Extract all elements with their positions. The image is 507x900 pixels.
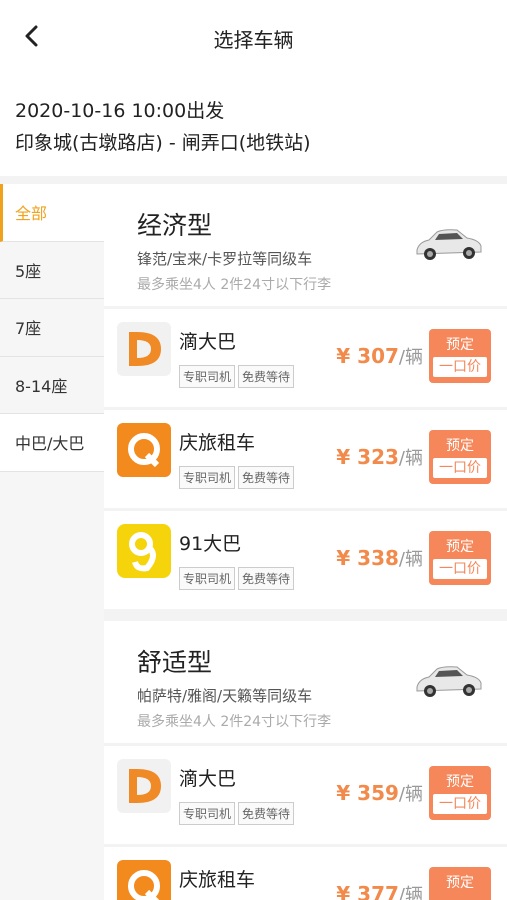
vendor-row[interactable]: 庆旅租车 ¥ 377/辆 预定	[104, 847, 507, 900]
header: 选择车辆	[0, 0, 507, 76]
sidebar-item-7-seat[interactable]: 7座	[0, 299, 104, 357]
category-capacity: 最多乘坐4人 2件24寸以下行李	[137, 714, 332, 730]
tag-free-wait: 免费等待	[238, 365, 295, 388]
vendor-name: 滴大巴	[179, 768, 237, 790]
car-icon	[416, 229, 482, 260]
vendor-row[interactable]: 91大巴 专职司机 免费等待 ¥ 338/辆 预定 一口价	[104, 511, 507, 609]
didabus-logo	[117, 759, 171, 813]
tag-driver: 专职司机	[179, 466, 236, 489]
vendor-row[interactable]: 滴大巴 专职司机 免费等待 ¥ 307/辆 预定 一口价	[104, 309, 507, 407]
91bus-logo	[117, 524, 171, 578]
sidebar-item-5-seat[interactable]: 5座	[0, 242, 104, 299]
tag-driver: 专职司机	[179, 365, 236, 388]
book-button[interactable]: 预定 一口价	[429, 766, 491, 820]
category-title: 舒适型	[137, 648, 213, 677]
departure-time: 2020-10-16 10:00出发	[15, 100, 225, 122]
category-models: 帕萨特/雅阁/天籁等同级车	[137, 687, 313, 705]
qinglv-logo	[117, 423, 171, 477]
tag-free-wait: 免费等待	[238, 802, 295, 825]
vendor-name: 庆旅租车	[179, 432, 256, 454]
page-title: 选择车辆	[213, 28, 294, 52]
sidebar-item-all[interactable]: 全部	[0, 184, 104, 242]
category-title: 经济型	[137, 211, 213, 240]
vendor-name: 91大巴	[179, 533, 242, 555]
book-button[interactable]: 预定 一口价	[429, 329, 491, 383]
qinglv-logo	[117, 860, 171, 900]
category-capacity: 最多乘坐4人 2件24寸以下行李	[137, 277, 332, 293]
tag-driver: 专职司机	[179, 567, 236, 590]
vendor-row[interactable]: 滴大巴 专职司机 免费等待 ¥ 359/辆 预定 一口价	[104, 746, 507, 844]
vendor-row[interactable]: 庆旅租车 专职司机 免费等待 ¥ 323/辆 预定 一口价	[104, 410, 507, 508]
vendor-name: 庆旅租车	[179, 869, 256, 891]
route-text: 印象城(古墩路店) - 闸弄口(地铁站)	[15, 132, 311, 154]
book-button[interactable]: 预定 一口价	[429, 430, 491, 484]
sidebar-item-8-14-seat[interactable]: 8-14座	[0, 357, 104, 414]
tag-free-wait: 免费等待	[238, 466, 295, 489]
didabus-logo	[117, 322, 171, 376]
price: ¥ 323/辆	[336, 445, 423, 469]
vendor-name: 滴大巴	[179, 331, 237, 353]
trip-info: 2020-10-16 10:00出发 印象城(古墩路店) - 闸弄口(地铁站)	[0, 80, 507, 175]
price: ¥ 338/辆	[336, 546, 423, 570]
divider	[0, 176, 507, 184]
car-icon	[416, 666, 482, 697]
price: ¥ 377/辆	[336, 882, 423, 900]
price: ¥ 359/辆	[336, 781, 423, 805]
price: ¥ 307/辆	[336, 344, 423, 368]
vehicle-list: 经济型 锋范/宝来/卡罗拉等同级车 最多乘坐4人 2件24寸以下行李 滴大巴 专…	[104, 184, 507, 900]
tag-driver: 专职司机	[179, 802, 236, 825]
book-button[interactable]: 预定	[429, 867, 491, 900]
category-comfort: 舒适型 帕萨特/雅阁/天籁等同级车 最多乘坐4人 2件24寸以下行李	[104, 621, 507, 743]
category-models: 锋范/宝来/卡罗拉等同级车	[137, 250, 313, 268]
seat-filter-sidebar: 全部 5座 7座 8-14座 中巴/大巴	[0, 184, 104, 900]
book-button[interactable]: 预定 一口价	[429, 531, 491, 585]
category-economy: 经济型 锋范/宝来/卡罗拉等同级车 最多乘坐4人 2件24寸以下行李	[104, 184, 507, 306]
tag-free-wait: 免费等待	[238, 567, 295, 590]
sidebar-item-bus[interactable]: 中巴/大巴	[0, 414, 104, 472]
